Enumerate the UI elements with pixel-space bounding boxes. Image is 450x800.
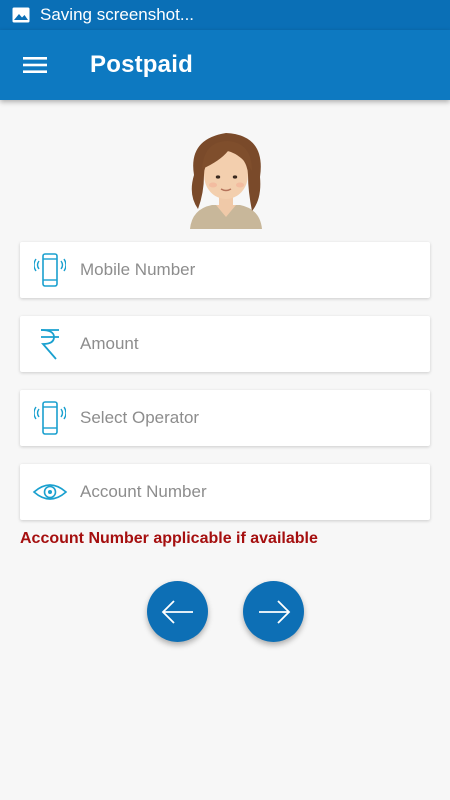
rupee-icon — [20, 316, 80, 372]
amount-field[interactable] — [20, 316, 430, 372]
amount-input[interactable] — [80, 324, 410, 364]
eye-icon — [20, 464, 80, 520]
mobile-number-input[interactable] — [80, 250, 410, 290]
app-bar: Postpaid — [0, 30, 450, 100]
user-avatar — [190, 133, 262, 229]
mobile-phone-icon — [20, 390, 80, 446]
back-button[interactable] — [147, 581, 208, 642]
select-operator-field[interactable] — [20, 390, 430, 446]
mobile-phone-icon — [20, 242, 80, 298]
arrow-right-icon — [258, 599, 290, 624]
status-text: Saving screenshot... — [40, 5, 195, 24]
account-number-input[interactable] — [80, 472, 410, 512]
account-number-note: Account Number applicable if available — [20, 530, 318, 547]
account-number-field[interactable] — [20, 464, 430, 520]
status-bar: Saving screenshot... — [0, 0, 450, 30]
page-title: Postpaid — [90, 51, 193, 78]
next-button[interactable] — [243, 581, 304, 642]
image-icon — [12, 7, 30, 23]
select-operator-input[interactable] — [80, 398, 410, 438]
mobile-number-field[interactable] — [20, 242, 430, 298]
hamburger-menu-icon[interactable] — [0, 30, 70, 100]
arrow-left-icon — [161, 599, 193, 624]
